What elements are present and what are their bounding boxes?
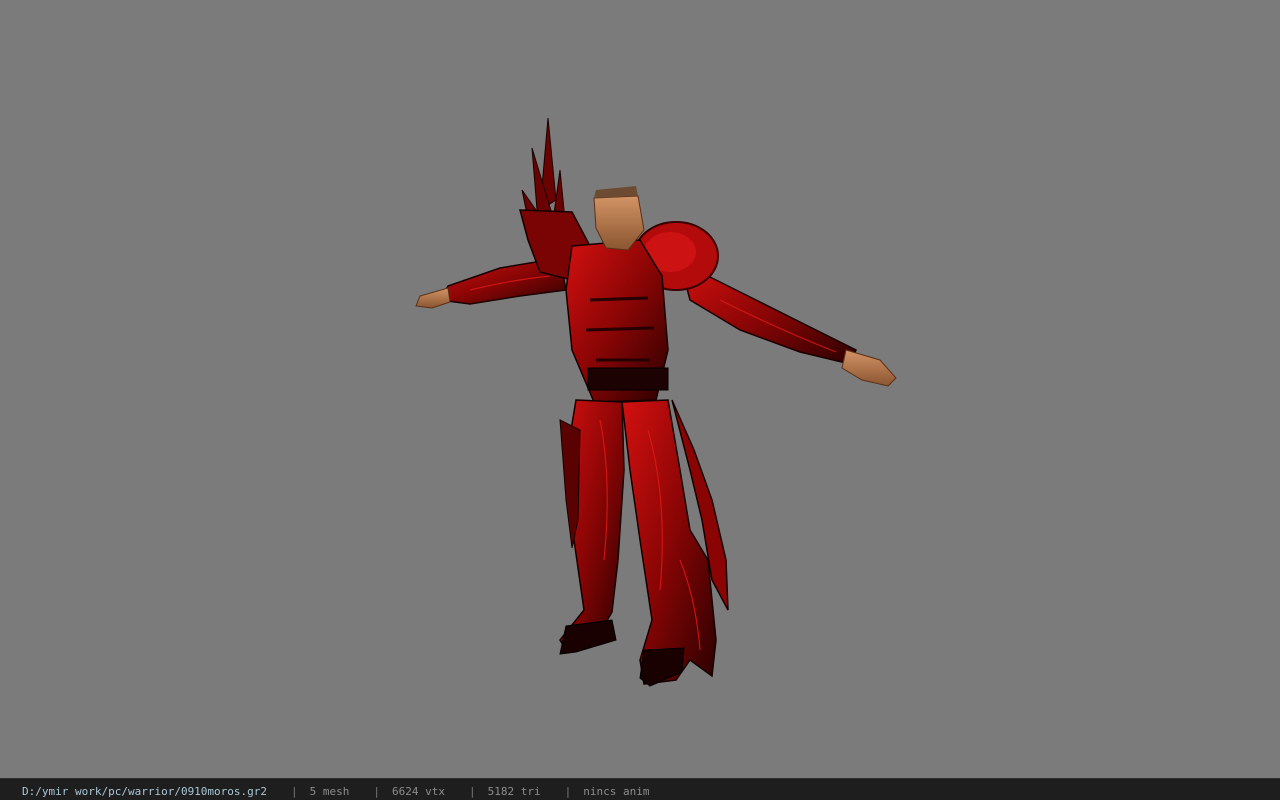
left-hand: [415, 287, 451, 309]
separator: |: [373, 785, 381, 798]
right-hand: [841, 349, 897, 387]
separator: |: [469, 785, 476, 798]
3d-viewport[interactable]: [0, 0, 1280, 778]
triangle-count: 5182 tri: [487, 785, 541, 798]
left-boot: [559, 619, 617, 655]
separator: |: [564, 785, 572, 798]
right-leg: [621, 399, 717, 685]
right-boot: [639, 647, 685, 687]
warrior-model[interactable]: [0, 0, 1280, 778]
separator: |: [291, 785, 298, 798]
mesh-count: 5 mesh: [309, 785, 350, 798]
animation-status: nincs anim: [583, 785, 650, 798]
vertex-count: 6624 vtx: [392, 785, 446, 798]
status-bar: D:/ymir work/pc/warrior/0910moros.gr2 | …: [0, 778, 1280, 800]
file-path: D:/ymir work/pc/warrior/0910moros.gr2: [22, 785, 268, 798]
